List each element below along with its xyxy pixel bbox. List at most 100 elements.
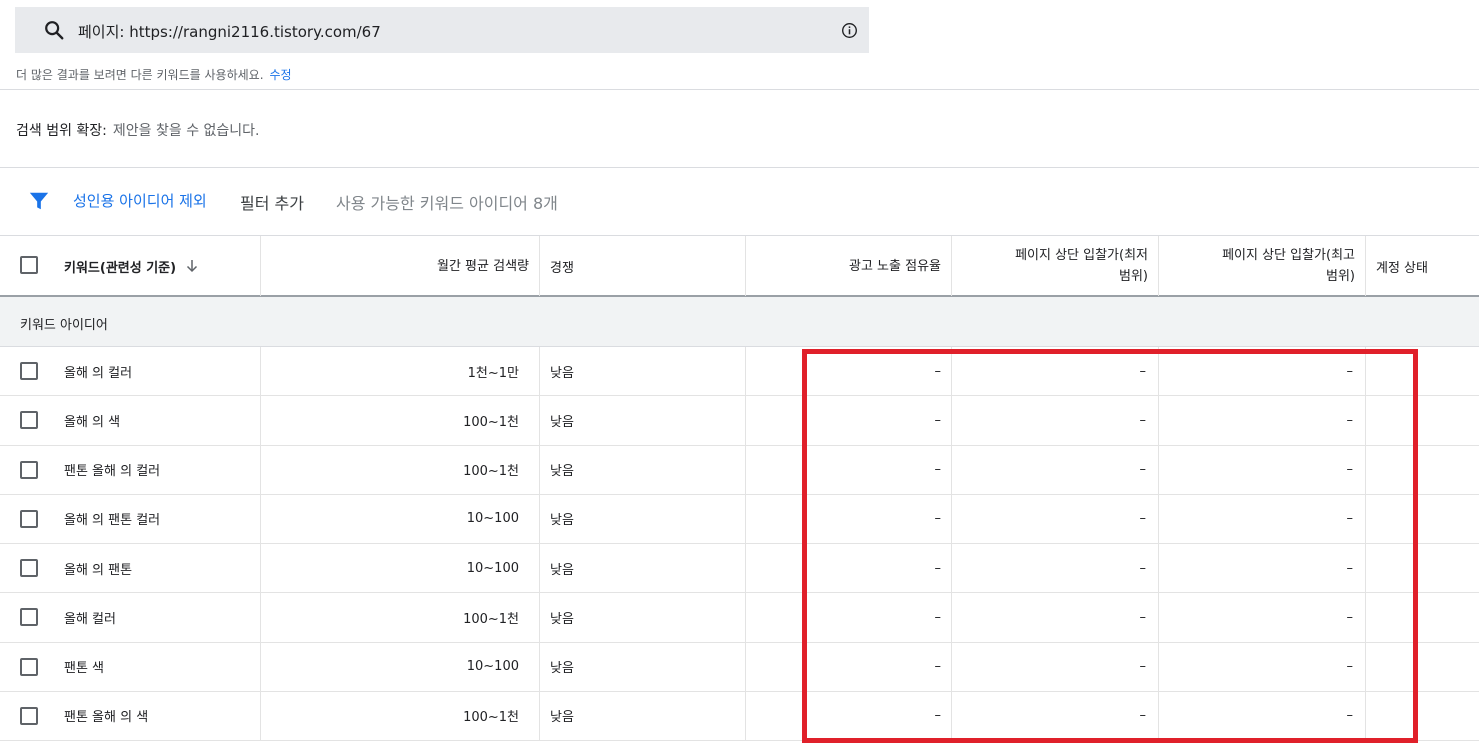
cell-monthly-searches: 10~100	[261, 494, 540, 543]
cell-top-bid-low: –	[952, 544, 1159, 593]
cell-account-status	[1366, 495, 1479, 543]
edit-link[interactable]: 수정	[270, 68, 292, 82]
expand-label: 검색 범위 확장:	[16, 123, 107, 139]
cell-keyword: 올해 의 팬톤	[0, 544, 261, 593]
cell-monthly-searches: 10~100	[261, 642, 540, 691]
arrow-down-icon[interactable]	[184, 258, 200, 274]
cell-competition: 낮음	[540, 691, 746, 740]
cell-top-bid-high: –	[1159, 544, 1366, 593]
table-header: 키워드(관련성 기준) 월간 평균 검색량 경쟁 광고 노출 점유율 페이지 상…	[0, 235, 1479, 297]
cell-competition: 낮음	[540, 544, 746, 593]
cell-monthly-searches: 100~1천	[261, 691, 540, 740]
hint-text: 더 많은 결과를 보려면 다른 키워드를 사용하세요. 수정	[16, 66, 292, 83]
cell-competition: 낮음	[540, 494, 746, 543]
cell-top-bid-low: –	[952, 347, 1159, 396]
table-row[interactable]: 올해 의 팬톤 10~100 낮음 – – –	[0, 544, 1479, 594]
cell-competition: 낮음	[540, 593, 746, 642]
cell-impression-share: –	[746, 593, 952, 642]
table-row[interactable]: 올해 컬러 100~1천 낮음 – – –	[0, 593, 1479, 643]
cell-keyword: 올해 컬러	[0, 593, 261, 642]
table-body: 올해 의 컬러 1천~1만 낮음 – – – 올해 의 색 100~1천 낮음 – – – 팬톤 올해 …	[0, 347, 1479, 741]
cell-top-bid-high: –	[1159, 494, 1366, 543]
cell-keyword: 올해 의 색	[0, 396, 261, 445]
header-competition-label: 경쟁	[550, 260, 574, 276]
header-top-bid-high[interactable]: 페이지 상단 입찰가(최고 범위)	[1159, 236, 1366, 296]
header-monthly-label: 월간 평균 검색량	[437, 258, 529, 274]
search-text[interactable]: 페이지: https://rangni2116.tistory.com/67	[78, 21, 381, 42]
cell-keyword: 팬톤 올해 의 색	[0, 691, 261, 740]
cell-top-bid-low: –	[952, 494, 1159, 543]
cell-account-status	[1366, 347, 1479, 395]
keyword-table: 키워드(관련성 기준) 월간 평균 검색량 경쟁 광고 노출 점유율 페이지 상…	[0, 235, 1479, 741]
hint-message: 더 많은 결과를 보려면 다른 키워드를 사용하세요.	[16, 68, 264, 82]
cell-monthly-searches: 10~100	[261, 544, 540, 593]
table-row[interactable]: 올해 의 팬톤 컬러 10~100 낮음 – – –	[0, 494, 1479, 544]
cell-keyword: 팬톤 올해 의 컬러	[0, 445, 261, 494]
cell-top-bid-low: –	[952, 445, 1159, 494]
cell-monthly-searches: 1천~1만	[261, 347, 540, 396]
cell-impression-share: –	[746, 347, 952, 396]
cell-account-status	[1366, 396, 1479, 444]
cell-monthly-searches: 100~1천	[261, 396, 540, 445]
search-icon	[45, 21, 64, 40]
header-top-bid-low-label: 페이지 상단 입찰가(최저 범위)	[1015, 248, 1148, 284]
cell-account-status	[1366, 544, 1479, 592]
divider	[0, 89, 1479, 90]
cell-impression-share: –	[746, 494, 952, 543]
keyword-count: 사용 가능한 키워드 아이디어 8개	[336, 194, 558, 213]
cell-competition: 낮음	[540, 445, 746, 494]
cell-top-bid-high: –	[1159, 642, 1366, 691]
cell-monthly-searches: 100~1천	[261, 445, 540, 494]
group-header-keyword-ideas: 키워드 아이디어	[0, 297, 1479, 347]
cell-keyword: 팬톤 색	[0, 642, 261, 691]
header-keyword-label: 키워드(관련성 기준)	[64, 260, 177, 276]
cell-keyword: 올해 의 팬톤 컬러	[0, 494, 261, 543]
header-top-bid-low[interactable]: 페이지 상단 입찰가(최저 범위)	[952, 236, 1159, 296]
cell-top-bid-low: –	[952, 691, 1159, 740]
cell-impression-share: –	[746, 544, 952, 593]
divider	[0, 167, 1479, 168]
expand-value: 제안을 찾을 수 없습니다.	[112, 123, 260, 139]
cell-competition: 낮음	[540, 347, 746, 396]
adult-ideas-filter-chip[interactable]: 성인용 아이디어 제외	[73, 190, 207, 211]
cell-impression-share: –	[746, 396, 952, 445]
filter-icon[interactable]	[28, 190, 50, 212]
cell-account-status	[1366, 643, 1479, 691]
add-filter-button[interactable]: 필터 추가	[240, 190, 304, 214]
cell-top-bid-high: –	[1159, 691, 1366, 740]
header-monthly-searches[interactable]: 월간 평균 검색량	[261, 236, 540, 296]
header-top-bid-high-label: 페이지 상단 입찰가(최고 범위)	[1222, 248, 1355, 284]
cell-top-bid-high: –	[1159, 593, 1366, 642]
cell-top-bid-high: –	[1159, 396, 1366, 445]
header-impression-label: 광고 노출 점유율	[849, 258, 941, 274]
cell-top-bid-high: –	[1159, 445, 1366, 494]
cell-competition: 낮음	[540, 642, 746, 691]
table-row[interactable]: 올해 의 색 100~1천 낮음 – – –	[0, 396, 1479, 446]
cell-top-bid-low: –	[952, 396, 1159, 445]
group-label: 키워드 아이디어	[20, 318, 108, 333]
cell-keyword: 올해 의 컬러	[0, 347, 261, 396]
table-row[interactable]: 팬톤 올해 의 컬러 100~1천 낮음 – – –	[0, 445, 1479, 495]
search-box[interactable]: 페이지: https://rangni2116.tistory.com/67	[15, 7, 869, 53]
table-row[interactable]: 올해 의 컬러 1천~1만 낮음 – – –	[0, 347, 1479, 397]
header-keyword[interactable]: 키워드(관련성 기준)	[0, 236, 261, 296]
cell-impression-share: –	[746, 691, 952, 740]
header-impression-share[interactable]: 광고 노출 점유율	[746, 236, 952, 296]
header-competition[interactable]: 경쟁	[540, 236, 746, 296]
cell-account-status	[1366, 593, 1479, 641]
expand-search: 검색 범위 확장: 제안을 찾을 수 없습니다.	[16, 120, 260, 140]
cell-monthly-searches: 100~1천	[261, 593, 540, 642]
header-account-status[interactable]: 계정 상태	[1366, 236, 1479, 296]
cell-top-bid-low: –	[952, 642, 1159, 691]
cell-competition: 낮음	[540, 396, 746, 445]
cell-top-bid-high: –	[1159, 347, 1366, 396]
cell-impression-share: –	[746, 642, 952, 691]
cell-top-bid-low: –	[952, 593, 1159, 642]
cell-account-status	[1366, 446, 1479, 494]
table-row[interactable]: 팬톤 올해 의 색 100~1천 낮음 – – –	[0, 691, 1479, 741]
cell-impression-share: –	[746, 445, 952, 494]
header-account-status-label: 계정 상태	[1376, 260, 1428, 276]
cell-account-status	[1366, 692, 1479, 740]
table-row[interactable]: 팬톤 색 10~100 낮음 – – –	[0, 642, 1479, 692]
info-icon[interactable]	[841, 22, 858, 39]
